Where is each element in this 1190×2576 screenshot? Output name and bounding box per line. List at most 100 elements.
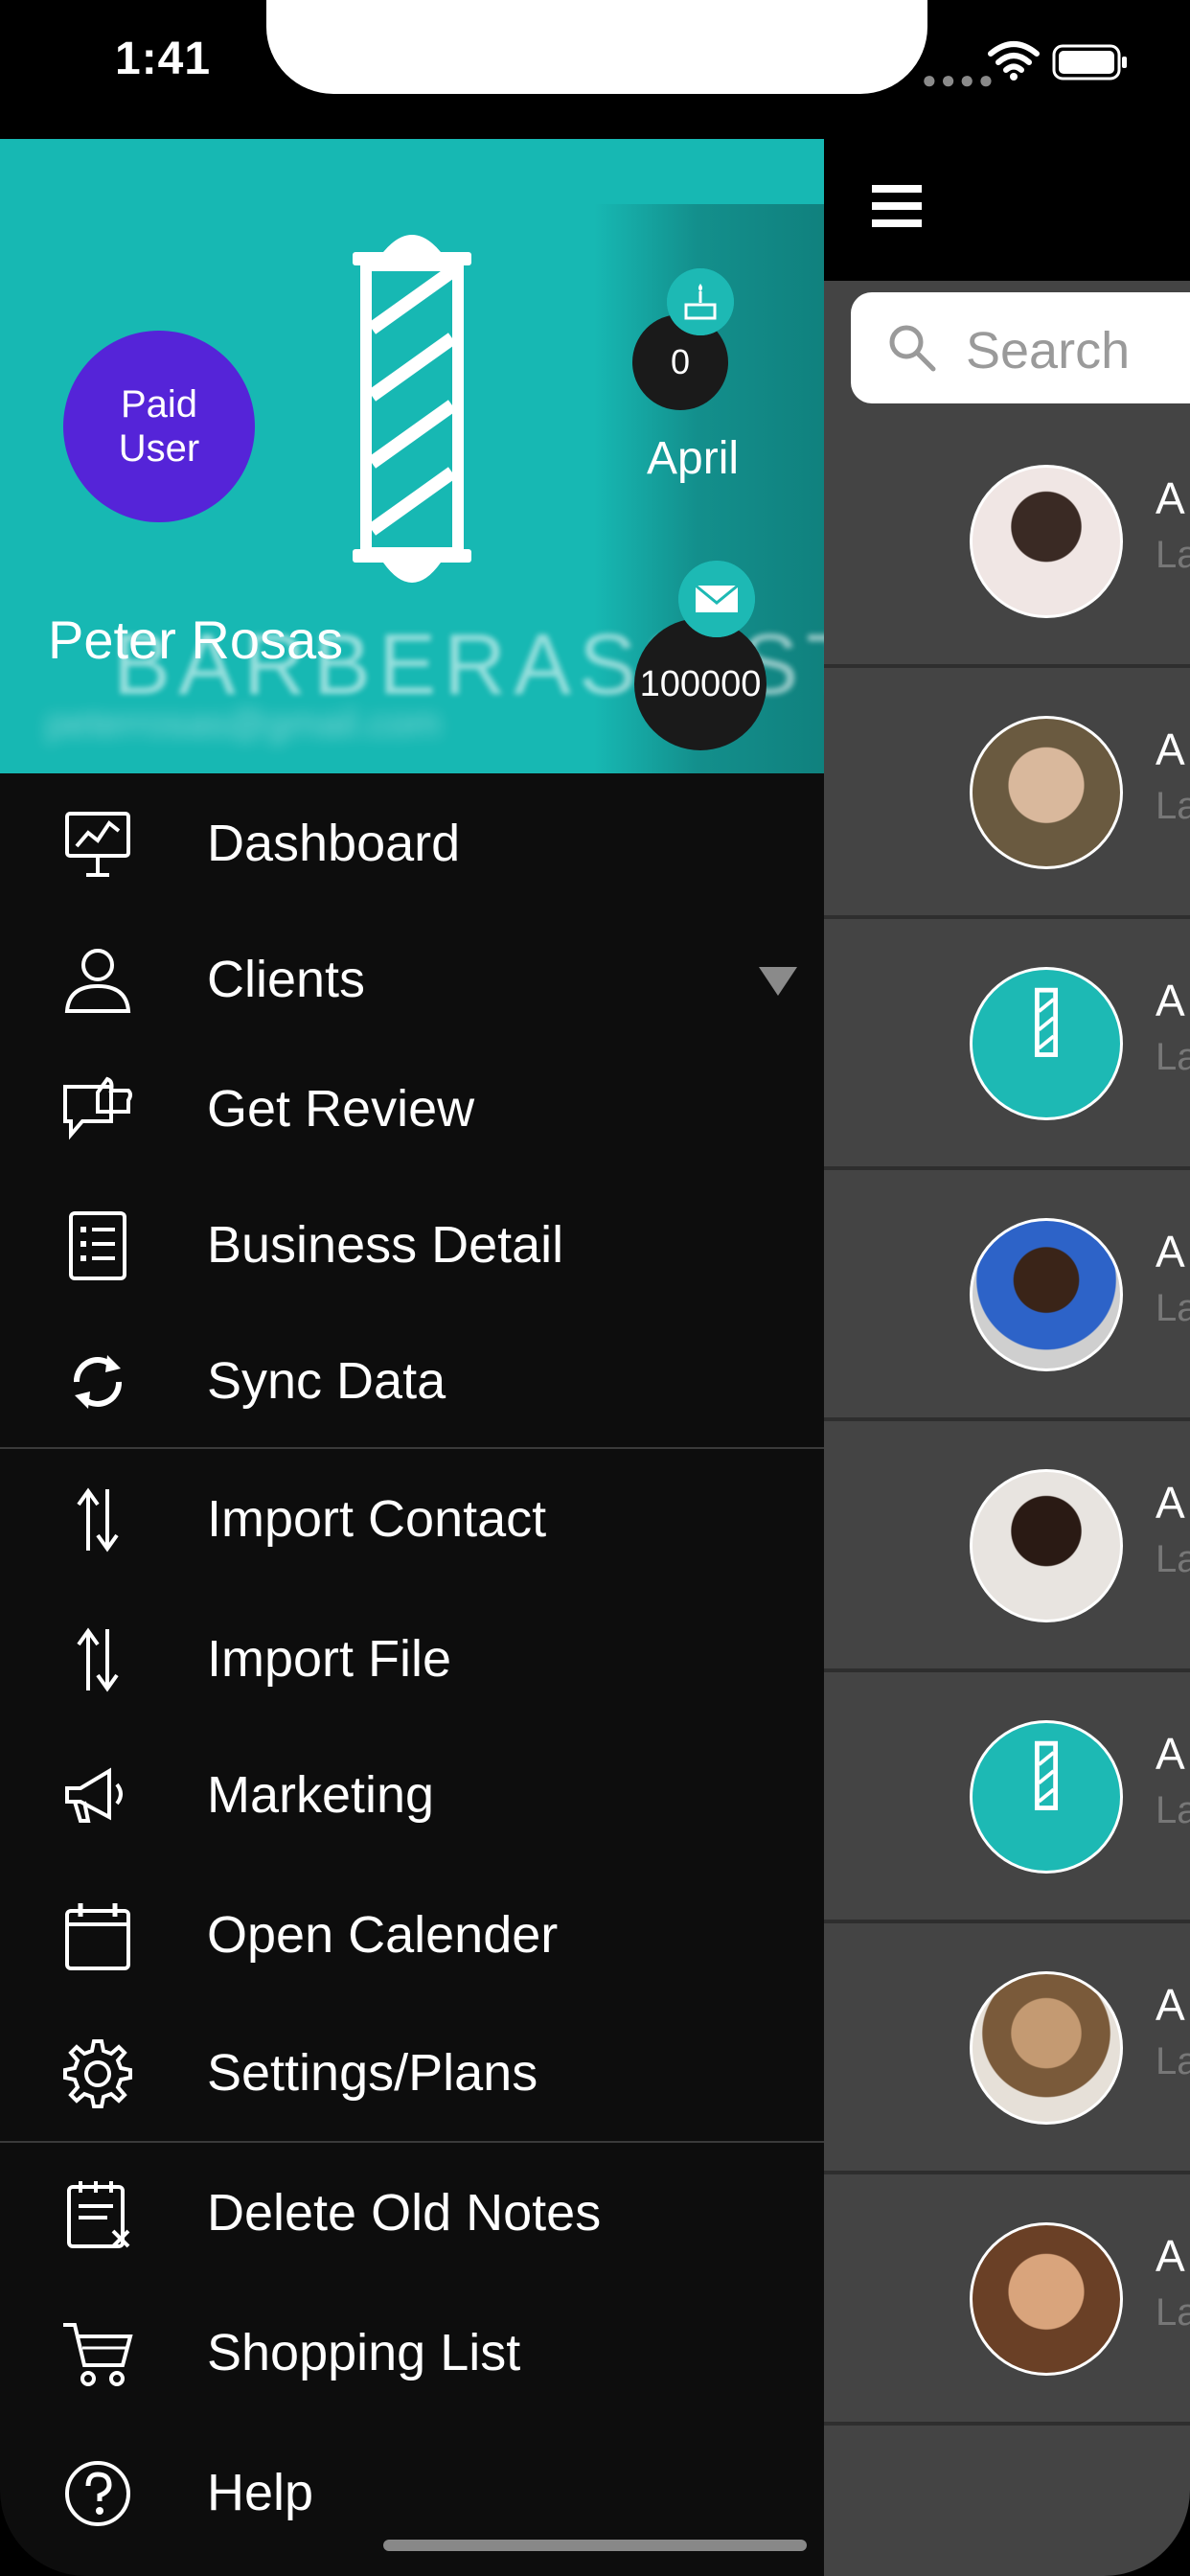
cart-icon: [63, 2323, 133, 2386]
menu-label: Get Review: [207, 1080, 475, 1138]
client-name: A: [1156, 724, 1185, 774]
menu-item-marketing[interactable]: Marketing: [0, 1725, 824, 1865]
drawer-header: BARBERASSIST peterrosas@gmail.com Paid U…: [0, 139, 824, 773]
client-subtitle: La: [1156, 1538, 1190, 1580]
avatar: [970, 1218, 1123, 1371]
menu-item-import-file[interactable]: Import File: [0, 1589, 824, 1725]
gear-icon: [63, 2039, 132, 2108]
menu-item-clients[interactable]: Clients: [0, 909, 824, 1039]
client-subtitle: La: [1156, 1036, 1190, 1078]
status-time: 1:41: [115, 34, 212, 84]
avatar: [970, 1720, 1123, 1874]
menu-label: Settings/Plans: [207, 2044, 538, 2102]
chevron-down-icon[interactable]: [759, 967, 797, 996]
menu-label: Business Detail: [207, 1216, 564, 1274]
client-row[interactable]: A La: [824, 2174, 1190, 2426]
status-bar: 1:41 ●●●●: [0, 0, 1190, 139]
client-name: A: [1156, 473, 1185, 523]
client-name: A: [1156, 976, 1185, 1025]
client-row[interactable]: A La: [824, 1421, 1190, 1672]
menu-label: Import Contact: [207, 1490, 547, 1548]
barber-pole-icon: [1034, 987, 1059, 1057]
avatar: [970, 465, 1123, 618]
menu-item-business-detail[interactable]: Business Detail: [0, 1175, 824, 1311]
client-subtitle: La: [1156, 1789, 1190, 1831]
client-subtitle: La: [1156, 2291, 1190, 2334]
menu-label: Shopping List: [207, 2324, 521, 2381]
menu-item-get-review[interactable]: Get Review: [0, 1039, 824, 1175]
menu-label: Open Calender: [207, 1906, 559, 1964]
avatar: [970, 716, 1123, 869]
client-row[interactable]: A La: [824, 1170, 1190, 1421]
megaphone-icon: [65, 1767, 123, 1823]
menu-item-help[interactable]: Help: [0, 2423, 824, 2559]
client-row[interactable]: A La: [824, 417, 1190, 668]
navigation-drawer: BARBERASSIST peterrosas@gmail.com Paid U…: [0, 139, 824, 2576]
search-placeholder: Search: [966, 322, 1131, 380]
menu-item-settings-plans[interactable]: Settings/Plans: [0, 2003, 824, 2141]
menu-item-open-calender[interactable]: Open Calender: [0, 1865, 824, 2003]
client-row[interactable]: A La: [824, 1672, 1190, 1923]
avatar: [970, 2222, 1123, 2376]
menu-list: Dashboard Clients Get Review Business De…: [0, 773, 824, 2559]
menu-item-sync-data[interactable]: Sync Data: [0, 1311, 824, 1447]
user-icon: [64, 949, 131, 1013]
screen: 1:41 ●●●● Search A La A La A La A La A L…: [0, 0, 1190, 2576]
client-subtitle: La: [1156, 2040, 1190, 2082]
client-name: A: [1156, 2231, 1185, 2281]
review-icon: [63, 1076, 132, 1140]
import-icon: [77, 1627, 119, 1692]
client-row[interactable]: A La: [824, 668, 1190, 919]
cake-icon: [667, 268, 734, 335]
menu-label: Dashboard: [207, 815, 461, 872]
menu-label: Marketing: [207, 1766, 435, 1824]
badge-line-1: Paid: [120, 383, 198, 426]
message-count: 100000: [634, 618, 767, 750]
menu-label: Delete Old Notes: [207, 2184, 602, 2242]
client-subtitle: La: [1156, 534, 1190, 576]
menu-label: Sync Data: [207, 1352, 446, 1410]
mail-icon: [678, 561, 755, 637]
help-icon: [65, 2461, 130, 2526]
calendar-icon: [65, 1903, 130, 1970]
badge-line-2: User: [118, 427, 200, 470]
delete-notes-icon: [67, 2181, 130, 2248]
sync-icon: [74, 1355, 122, 1409]
avatar: [970, 1971, 1123, 2125]
menu-label: Clients: [207, 951, 366, 1008]
client-name: A: [1156, 1478, 1185, 1528]
search-icon: [889, 325, 936, 372]
menu-item-import-contact[interactable]: Import Contact: [0, 1449, 824, 1589]
client-subtitle: La: [1156, 1287, 1190, 1329]
wifi-icon: [988, 41, 1040, 80]
avatar: [970, 1469, 1123, 1622]
user-email-blurred: peterrosas@gmail.com: [46, 702, 441, 745]
home-indicator: [383, 2540, 807, 2551]
client-row[interactable]: A La: [824, 1923, 1190, 2174]
top-bar: [824, 139, 1190, 281]
hamburger-menu-icon[interactable]: [872, 185, 922, 235]
client-subtitle: La: [1156, 785, 1190, 827]
client-row[interactable]: A La: [824, 919, 1190, 1170]
month-label: April: [647, 433, 740, 484]
import-icon: [77, 1487, 119, 1552]
menu-item-dashboard[interactable]: Dashboard: [0, 773, 824, 909]
user-name: Peter Rosas: [48, 610, 344, 670]
client-list: A La A La A La A La A La A La A La A La: [824, 417, 1190, 2426]
barber-pole-icon: [1034, 1740, 1059, 1810]
client-list-panel: Search A La A La A La A La A La A La A L…: [824, 139, 1190, 2576]
menu-item-shopping-list[interactable]: Shopping List: [0, 2283, 824, 2423]
list-icon: [69, 1211, 126, 1280]
client-name: A: [1156, 1980, 1185, 2030]
signal-icon: ●●●●: [922, 65, 997, 94]
paid-user-badge: Paid User: [63, 331, 255, 522]
menu-label: Help: [207, 2464, 314, 2521]
battery-icon: [1052, 44, 1127, 80]
menu-label: Import File: [207, 1630, 452, 1688]
notch: [266, 0, 927, 94]
search-input[interactable]: Search: [851, 292, 1190, 403]
avatar: [970, 967, 1123, 1120]
dashboard-icon: [65, 812, 130, 877]
client-name: A: [1156, 1729, 1185, 1779]
menu-item-delete-old-notes[interactable]: Delete Old Notes: [0, 2143, 824, 2283]
